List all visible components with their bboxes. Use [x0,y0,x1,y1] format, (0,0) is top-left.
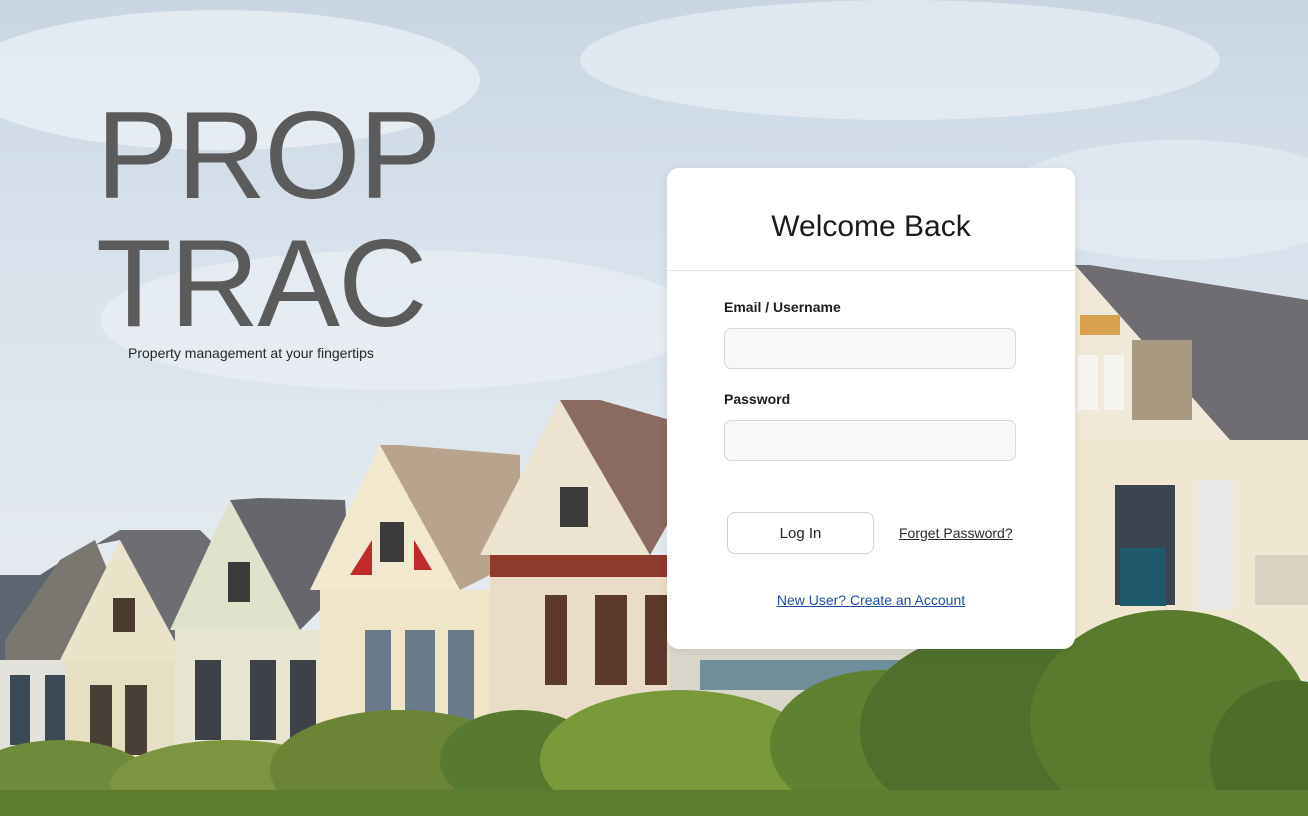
password-field[interactable] [724,420,1016,461]
forgot-password-link[interactable]: Forget Password? [899,525,1013,541]
login-card-header: Welcome Back [667,168,1075,271]
login-screen: PROP TRAC Property management at your fi… [0,0,1308,816]
brand-line-2: TRAC [96,215,428,353]
login-title: Welcome Back [771,210,971,243]
brand-logo: PROP TRAC [96,87,441,353]
email-field[interactable] [724,328,1016,369]
login-button[interactable]: Log In [727,512,874,554]
brand-tagline: Property management at your fingertips [128,345,374,361]
login-card: Welcome Back Email / Username Password L… [667,168,1075,649]
email-label: Email / Username [724,299,841,315]
password-label: Password [724,391,791,407]
brand-line-1: PROP [96,87,441,225]
create-account-link[interactable]: New User? Create an Account [667,592,1075,608]
